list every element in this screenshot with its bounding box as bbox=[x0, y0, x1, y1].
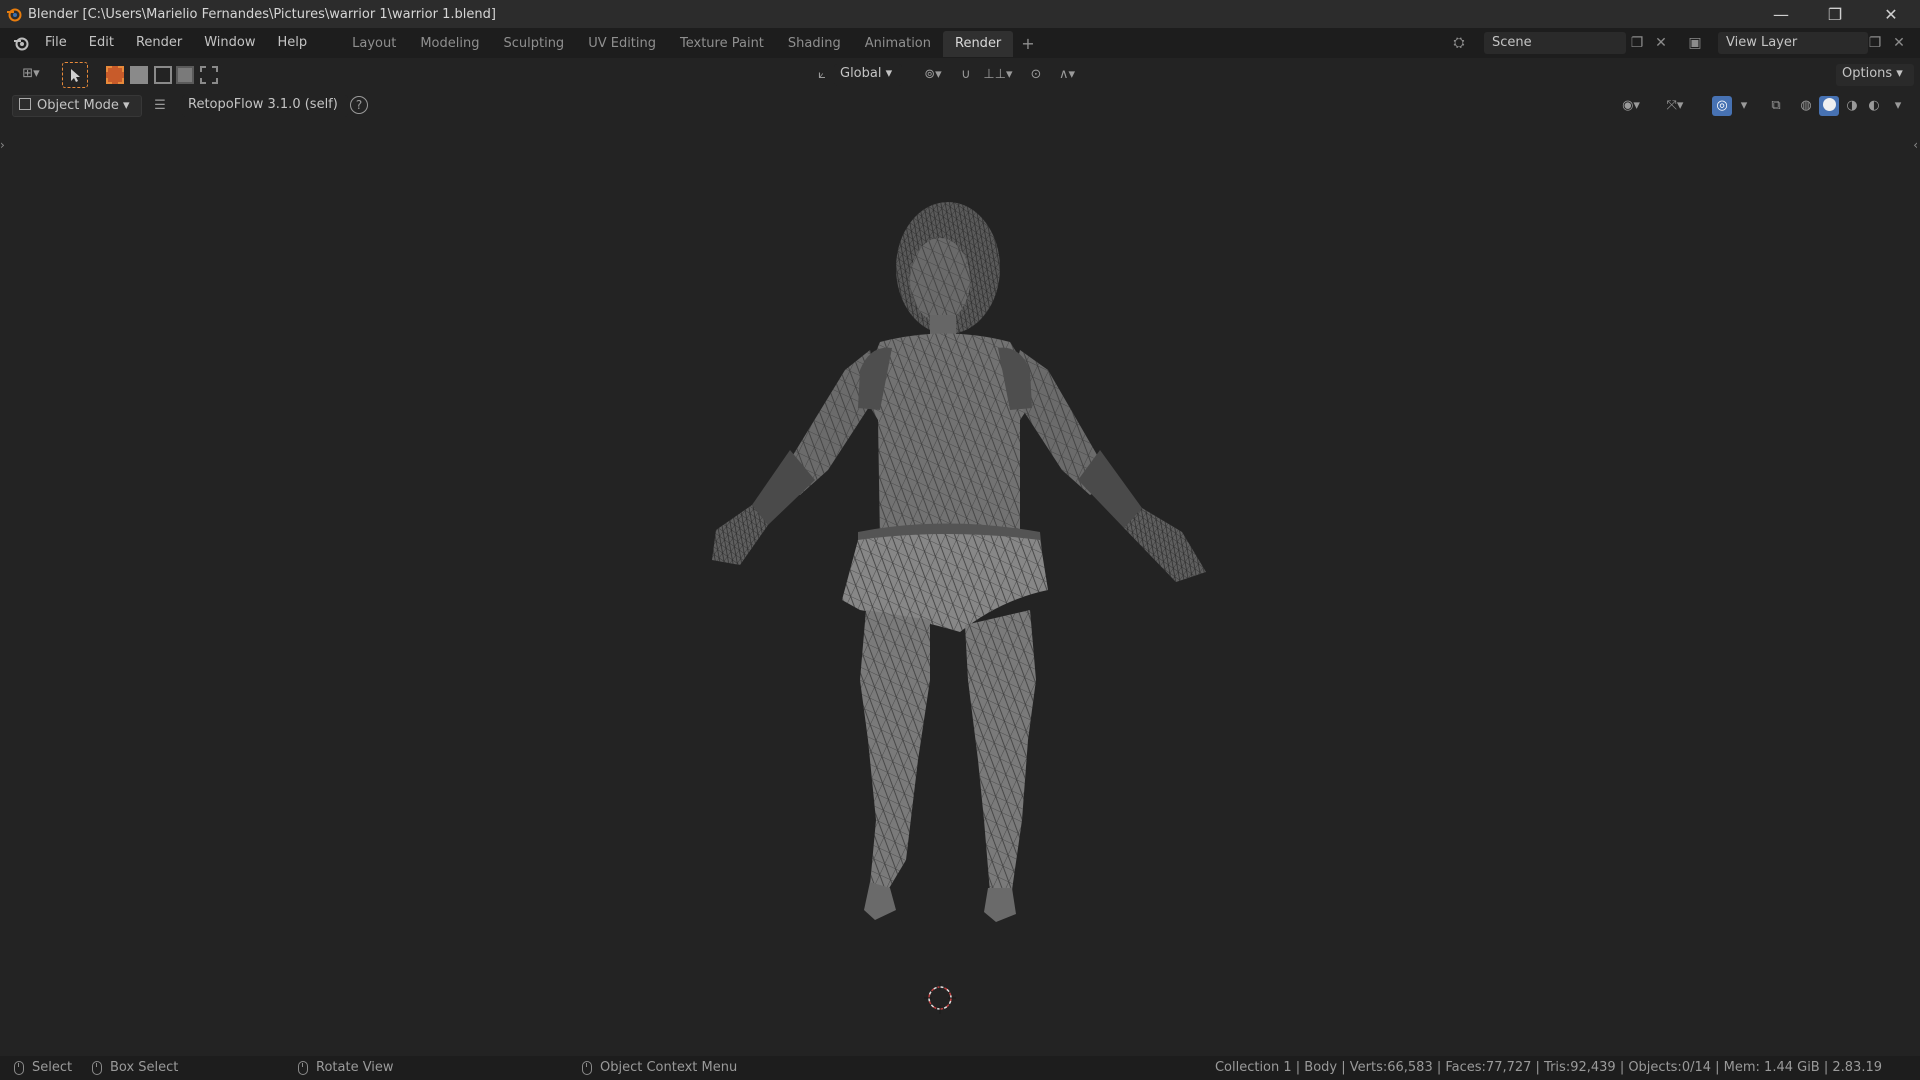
status-select-label: Select bbox=[32, 1060, 73, 1075]
status-select: Select bbox=[14, 1056, 72, 1080]
select-new-mode-icon[interactable] bbox=[106, 66, 124, 84]
transform-orientation-icon: ⟀ bbox=[818, 67, 826, 82]
xray-icon[interactable]: ⧉ bbox=[1766, 96, 1786, 116]
shading-options-icon[interactable]: ▾ bbox=[1888, 96, 1908, 116]
select-invert-mode-icon[interactable] bbox=[176, 66, 194, 84]
scene-name-field[interactable]: Scene bbox=[1484, 32, 1626, 54]
magnet-icon[interactable]: ∪ bbox=[956, 65, 976, 85]
addon-label: RetopoFlow 3.1.0 (self) bbox=[188, 97, 338, 112]
delete-scene-icon[interactable]: ✕ bbox=[1652, 34, 1670, 52]
transform-orientation-label: Global bbox=[840, 66, 882, 81]
maximize-button[interactable]: ❐ bbox=[1808, 0, 1862, 28]
status-rotate-view: Rotate View bbox=[298, 1056, 394, 1080]
mouse-right-icon bbox=[582, 1060, 592, 1075]
select-intersect-mode-icon[interactable] bbox=[200, 66, 218, 84]
add-workspace-button[interactable]: + bbox=[1013, 34, 1042, 53]
options-dropdown[interactable]: Options ▾ bbox=[1836, 64, 1914, 86]
tab-uv-editing[interactable]: UV Editing bbox=[576, 31, 668, 57]
overlay-icon[interactable]: ◎ bbox=[1712, 96, 1732, 116]
tab-modeling[interactable]: Modeling bbox=[408, 31, 491, 57]
3d-viewport[interactable]: › ‹ bbox=[0, 120, 1920, 1056]
menu-edit[interactable]: Edit bbox=[78, 28, 125, 58]
status-context-menu: Object Context Menu bbox=[582, 1056, 737, 1080]
status-rotate-view-label: Rotate View bbox=[316, 1060, 394, 1075]
solid-shading-icon[interactable] bbox=[1819, 96, 1839, 116]
3d-cursor[interactable] bbox=[924, 982, 956, 1014]
transform-orientation-dropdown[interactable]: Global ▾ bbox=[834, 64, 902, 86]
mouse-drag-icon bbox=[92, 1060, 102, 1075]
wireframe-shading-icon[interactable]: ◍ bbox=[1796, 96, 1816, 116]
blender-logo-icon bbox=[7, 8, 22, 22]
select-tool-button[interactable] bbox=[62, 62, 88, 88]
new-view-layer-icon[interactable]: ❐ bbox=[1866, 34, 1884, 52]
overlay-dropdown-icon[interactable]: ▾ bbox=[1734, 96, 1754, 116]
object-mode-icon bbox=[19, 98, 31, 110]
mode-dropdown[interactable]: Object Mode ▾ bbox=[12, 95, 142, 117]
material-shading-icon[interactable]: ◑ bbox=[1842, 96, 1862, 116]
cursor-arrow-icon bbox=[71, 69, 80, 82]
addon-dropdown[interactable]: RetopoFlow 3.1.0 (self) ▾ bbox=[182, 95, 348, 132]
menu-help[interactable]: Help bbox=[267, 28, 319, 58]
close-button[interactable]: ✕ bbox=[1864, 0, 1918, 28]
tab-animation[interactable]: Animation bbox=[853, 31, 943, 57]
mode-label: Object Mode bbox=[37, 98, 119, 113]
select-subtract-mode-icon[interactable] bbox=[154, 66, 172, 84]
tool-header: ⊞▾ ⟀ Global ▾ ⊚▾ ∪ ⊥⊥▾ ⊙ ∧▾ Options ▾ bbox=[0, 58, 1920, 92]
minimize-button[interactable]: — bbox=[1754, 0, 1808, 28]
scene-statistics: Collection 1 | Body | Verts:66,583 | Fac… bbox=[1214, 1060, 1882, 1075]
mouse-left-icon bbox=[14, 1060, 24, 1075]
editor-type-icon[interactable]: ⊞▾ bbox=[14, 64, 48, 84]
character-model[interactable] bbox=[0, 120, 1920, 1056]
hamburger-menu-icon[interactable]: ☰ bbox=[150, 96, 170, 116]
tab-layout[interactable]: Layout bbox=[340, 31, 408, 57]
view-layer-field[interactable]: View Layer bbox=[1718, 32, 1868, 54]
view-header: Object Mode ▾ ☰ RetopoFlow 3.1.0 (self) … bbox=[0, 92, 1920, 132]
scene-selector-icon[interactable]: ⛭ bbox=[1450, 34, 1468, 52]
options-label: Options bbox=[1842, 66, 1893, 81]
select-extend-mode-icon[interactable] bbox=[130, 66, 148, 84]
window-titlebar: Blender [C:\Users\Marielio Fernandes\Pic… bbox=[0, 0, 1920, 28]
status-bar: Select Box Select Rotate View Object Con… bbox=[0, 1056, 1920, 1080]
status-box-select: Box Select bbox=[92, 1056, 178, 1080]
tab-render[interactable]: Render bbox=[943, 31, 1014, 57]
new-scene-icon[interactable]: ❐ bbox=[1628, 34, 1646, 52]
snap-target-icon[interactable]: ⊥⊥▾ bbox=[978, 65, 1018, 85]
tab-shading[interactable]: Shading bbox=[776, 31, 853, 57]
status-box-select-label: Box Select bbox=[110, 1060, 179, 1075]
help-icon[interactable]: ? bbox=[350, 96, 368, 114]
menu-window[interactable]: Window bbox=[193, 28, 266, 58]
delete-view-layer-icon[interactable]: ✕ bbox=[1890, 34, 1908, 52]
status-context-menu-label: Object Context Menu bbox=[600, 1060, 738, 1075]
character-body bbox=[712, 202, 1206, 922]
window-title: Blender [C:\Users\Marielio Fernandes\Pic… bbox=[28, 6, 496, 22]
menu-render[interactable]: Render bbox=[125, 28, 193, 58]
tab-sculpting[interactable]: Sculpting bbox=[491, 31, 576, 57]
rendered-shading-icon[interactable]: ◐ bbox=[1864, 96, 1884, 116]
pivot-icon[interactable]: ⊚▾ bbox=[916, 65, 950, 85]
view-layer-selector-icon[interactable]: ▣ bbox=[1686, 34, 1704, 52]
tab-texture-paint[interactable]: Texture Paint bbox=[668, 31, 776, 57]
falloff-icon[interactable]: ∧▾ bbox=[1050, 65, 1084, 85]
blender-menu-icon[interactable] bbox=[12, 34, 30, 52]
proportional-edit-icon[interactable]: ⊙ bbox=[1026, 65, 1046, 85]
mouse-middle-icon bbox=[298, 1060, 308, 1075]
gizmo-icon[interactable]: ⤧▾ bbox=[1658, 96, 1692, 116]
menu-file[interactable]: File bbox=[34, 28, 78, 58]
visibility-icon[interactable]: ◉▾ bbox=[1614, 96, 1648, 116]
